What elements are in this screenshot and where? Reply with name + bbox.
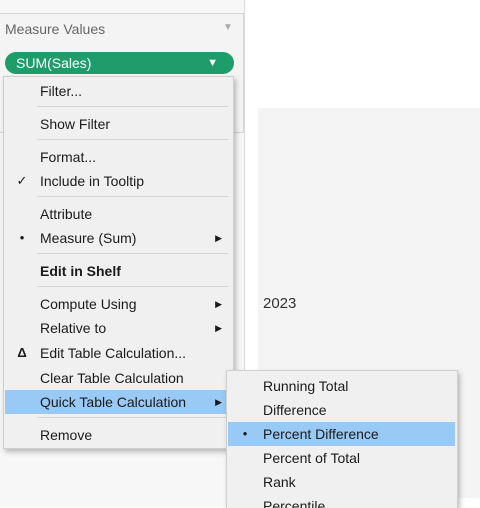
bullet-icon: • bbox=[242, 426, 248, 441]
menu-separator bbox=[37, 253, 228, 254]
menu-item-show-filter[interactable]: Show Filter bbox=[5, 112, 232, 136]
submenu-item-percent-of-total[interactable]: Percent of Total bbox=[228, 446, 455, 470]
submenu-item-percent-difference[interactable]: • Percent Difference bbox=[228, 422, 455, 446]
menu-separator bbox=[37, 286, 228, 287]
menu-separator bbox=[37, 196, 228, 197]
menu-separator bbox=[37, 106, 228, 107]
pill-dropdown-icon[interactable]: ▼ bbox=[207, 52, 218, 74]
submenu-arrow-icon: ▶ bbox=[215, 233, 222, 243]
card-menu-icon[interactable]: ▼ bbox=[223, 22, 233, 33]
menu-item-relative-to[interactable]: Relative to ▶ bbox=[5, 316, 232, 340]
card-title: Measure Values bbox=[5, 21, 106, 37]
menu-item-format[interactable]: Format... bbox=[5, 145, 232, 169]
pill-label: SUM(Sales) bbox=[16, 55, 92, 71]
menu-item-attribute[interactable]: Attribute bbox=[5, 202, 232, 226]
delta-icon: Δ bbox=[17, 345, 27, 360]
menu-item-filter[interactable]: Filter... bbox=[5, 79, 232, 103]
submenu-item-percentile[interactable]: Percentile bbox=[228, 494, 455, 508]
menu-item-measure[interactable]: • Measure (Sum) ▶ bbox=[5, 226, 232, 250]
menu-item-clear-table-calculation[interactable]: Clear Table Calculation bbox=[5, 366, 232, 390]
quick-table-calculation-submenu: Running Total Difference • Percent Diffe… bbox=[226, 370, 458, 508]
menu-separator bbox=[37, 417, 228, 418]
menu-item-edit-in-shelf[interactable]: Edit in Shelf bbox=[5, 259, 232, 283]
menu-item-compute-using[interactable]: Compute Using ▶ bbox=[5, 292, 232, 316]
submenu-item-rank[interactable]: Rank bbox=[228, 470, 455, 494]
menu-item-edit-table-calculation[interactable]: Δ Edit Table Calculation... bbox=[5, 341, 232, 365]
submenu-item-difference[interactable]: Difference bbox=[228, 398, 455, 422]
sum-sales-pill[interactable]: SUM(Sales) ▼ bbox=[5, 52, 234, 74]
pill-context-menu: Filter... Show Filter Format... ✓ Includ… bbox=[3, 76, 234, 449]
bullet-icon: • bbox=[19, 230, 25, 245]
submenu-arrow-icon: ▶ bbox=[215, 323, 222, 333]
submenu-arrow-icon: ▶ bbox=[215, 397, 222, 407]
year-header: 2023 bbox=[263, 295, 297, 312]
menu-item-include-in-tooltip[interactable]: ✓ Include in Tooltip bbox=[5, 169, 232, 193]
checkmark-icon: ✓ bbox=[16, 173, 28, 188]
menu-item-remove[interactable]: Remove bbox=[5, 423, 232, 447]
submenu-arrow-icon: ▶ bbox=[215, 299, 222, 309]
submenu-item-running-total[interactable]: Running Total bbox=[228, 374, 455, 398]
menu-item-quick-table-calculation[interactable]: Quick Table Calculation ▶ bbox=[5, 390, 232, 414]
menu-separator bbox=[37, 139, 228, 140]
